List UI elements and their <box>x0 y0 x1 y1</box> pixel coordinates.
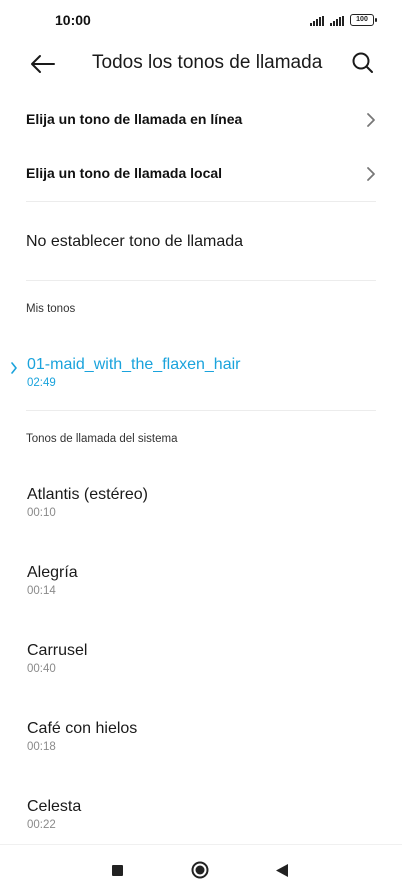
chevron-right-icon <box>367 113 375 127</box>
arrow-left-icon <box>31 55 55 73</box>
list-item-system-tone[interactable]: Carrusel 00:40 <box>0 642 402 702</box>
my-tones-header: Mis tonos <box>26 303 76 315</box>
recent-apps-button[interactable] <box>112 865 123 876</box>
signal-icon <box>310 16 324 26</box>
tone-name: Atlantis (estéreo) <box>27 486 148 503</box>
system-tones-header: Tonos de llamada del sistema <box>26 433 178 445</box>
list-item-system-tone[interactable]: Alegría 00:14 <box>0 564 402 624</box>
tone-name: 01-maid_with_the_flaxen_hair <box>27 356 241 373</box>
divider <box>26 280 376 281</box>
option-label: Elija un tono de llamada local <box>26 165 223 181</box>
list-item-system-tone[interactable]: Atlantis (estéreo) 00:10 <box>0 486 402 546</box>
status-icons: 100 <box>310 14 377 26</box>
tone-duration: 00:14 <box>27 585 56 597</box>
back-nav-button[interactable] <box>275 863 289 878</box>
list-item-my-tone[interactable]: 01-maid_with_the_flaxen_hair 02:49 <box>0 356 402 416</box>
divider <box>26 410 376 411</box>
tone-duration: 00:22 <box>27 819 56 831</box>
option-label: Elija un tono de llamada en línea <box>26 111 243 127</box>
chevron-right-icon <box>367 167 375 181</box>
list-item-system-tone[interactable]: Café con hielos 00:18 <box>0 720 402 780</box>
battery-level: 100 <box>356 16 368 23</box>
battery-icon: 100 <box>350 14 377 26</box>
tone-name: Celesta <box>27 798 82 815</box>
status-time: 10:00 <box>55 12 91 28</box>
tone-duration: 00:10 <box>27 507 56 519</box>
back-button[interactable] <box>28 52 58 76</box>
search-icon <box>352 52 373 73</box>
page-title: Todos los tonos de llamada <box>92 52 323 73</box>
divider <box>26 201 376 202</box>
tone-name: Café con hielos <box>27 720 138 737</box>
tone-name: Carrusel <box>27 642 88 659</box>
status-bar: 10:00 100 <box>0 0 402 44</box>
signal-icon <box>330 16 344 26</box>
no-ringtone-option[interactable]: No establecer tono de llamada <box>0 222 402 262</box>
online-ringtone-option[interactable]: Elija un tono de llamada en línea <box>0 95 402 147</box>
local-ringtone-option[interactable]: Elija un tono de llamada local <box>0 149 402 201</box>
selected-indicator-icon <box>11 362 17 374</box>
app-bar: Todos los tonos de llamada <box>0 44 402 84</box>
tone-duration: 00:18 <box>27 741 56 753</box>
search-button[interactable] <box>350 50 376 76</box>
no-ringtone-label: No establecer tono de llamada <box>26 233 244 250</box>
tone-duration: 00:40 <box>27 663 56 675</box>
tone-duration: 02:49 <box>27 377 56 389</box>
tone-name: Alegría <box>27 564 78 581</box>
home-button[interactable] <box>191 861 209 879</box>
system-navigation-bar <box>0 844 402 893</box>
